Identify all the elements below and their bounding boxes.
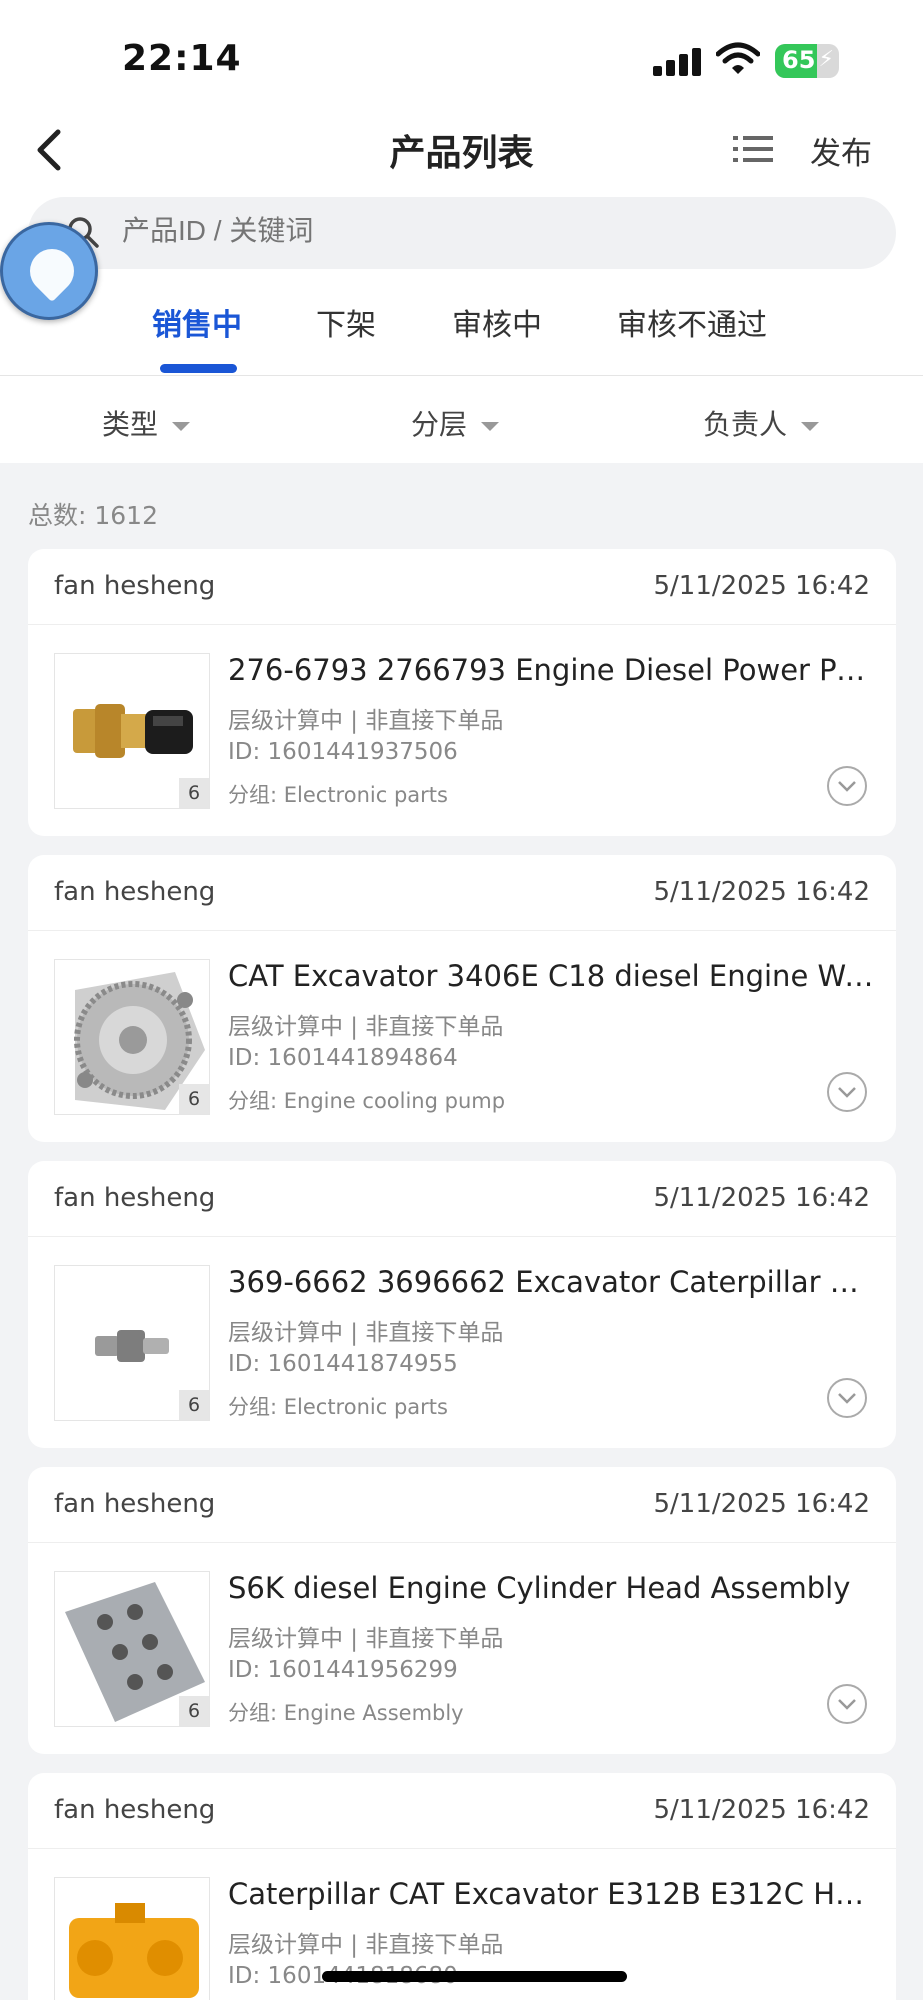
product-title: S6K diesel Engine Cylinder Head Assembly (228, 1571, 851, 1605)
product-tier: 层级计算中 | 非直接下单品 (228, 1626, 504, 1652)
product-tier: 层级计算中 | 非直接下单品 (228, 1932, 504, 1958)
product-card[interactable]: fan hesheng 5/11/2025 16:42 Caterpillar … (28, 1773, 896, 2000)
card-owner: fan hesheng (54, 571, 216, 601)
product-title: 369-6662 3696662 Excavator Caterpillar S… (228, 1265, 874, 1299)
tab-on-sale[interactable]: 销售中 (152, 300, 242, 344)
filter-owner[interactable]: 负责人 (703, 403, 820, 443)
card-header: fan hesheng 5/11/2025 16:42 (28, 549, 896, 625)
caret-down-icon (801, 421, 820, 431)
publish-button[interactable]: 发布 (810, 128, 872, 173)
product-thumbnail[interactable]: 6 (54, 1265, 210, 1421)
filter-tier-label: 分层 (411, 408, 468, 441)
product-group: 分组: Engine Assembly (228, 1701, 464, 1725)
product-title: Caterpillar CAT Excavator E312B E312C Hy… (228, 1877, 874, 1911)
product-thumbnail[interactable]: 6 (54, 959, 210, 1115)
product-id: ID: 1601441956299 (228, 1657, 458, 1683)
product-thumbnail[interactable]: 6 (54, 653, 210, 809)
card-owner: fan hesheng (54, 1795, 216, 1825)
hydraulic-pump-image (69, 1903, 199, 1998)
product-card[interactable]: fan hesheng 5/11/2025 16:42 6 CAT Excava… (28, 855, 896, 1142)
product-title: CAT Excavator 3406E C18 diesel Engine Wa… (228, 959, 874, 993)
filter-type[interactable]: 类型 (102, 403, 191, 443)
home-indicator (322, 1971, 627, 1982)
status-bar: 22:14 65 ⚡ (0, 0, 923, 110)
product-tier: 层级计算中 | 非直接下单品 (228, 1320, 504, 1346)
tab-delisted[interactable]: 下架 (316, 300, 376, 344)
image-count-badge: 6 (179, 778, 209, 808)
chevron-down-circle-icon[interactable] (826, 1683, 868, 1725)
image-count-badge: 6 (179, 1696, 209, 1726)
tab-review-rejected[interactable]: 审核不通过 (617, 300, 767, 344)
caret-down-icon (172, 421, 191, 431)
wifi-icon (716, 42, 760, 74)
cellular-signal-icon (653, 46, 703, 76)
card-header: fan hesheng 5/11/2025 16:42 (28, 855, 896, 931)
card-time: 5/11/2025 16:42 (653, 1183, 870, 1213)
product-id: ID: 1601441937506 (228, 739, 458, 765)
product-card[interactable]: fan hesheng 5/11/2025 16:42 6 276-6793 2… (28, 549, 896, 836)
image-count-badge: 6 (179, 1390, 209, 1420)
list-icon[interactable] (733, 134, 773, 164)
card-time: 5/11/2025 16:42 (653, 1795, 870, 1825)
search-bar[interactable] (28, 197, 896, 269)
total-count: 总数: 1612 (28, 501, 158, 530)
card-owner: fan hesheng (54, 1183, 216, 1213)
product-thumbnail[interactable] (54, 1877, 210, 2000)
chevron-down-circle-icon[interactable] (826, 1071, 868, 1113)
product-title: 276-6793 2766793 Engine Diesel Power Pre… (228, 653, 874, 687)
filter-tier[interactable]: 分层 (411, 403, 500, 443)
card-time: 5/11/2025 16:42 (653, 877, 870, 907)
card-time: 5/11/2025 16:42 (653, 1489, 870, 1519)
card-header: fan hesheng 5/11/2025 16:42 (28, 1467, 896, 1543)
status-time: 22:14 (122, 38, 242, 79)
product-tier: 层级计算中 | 非直接下单品 (228, 1014, 504, 1040)
chevron-down-circle-icon[interactable] (826, 1377, 868, 1419)
card-owner: fan hesheng (54, 877, 216, 907)
card-header: fan hesheng 5/11/2025 16:42 (28, 1773, 896, 1849)
caret-down-icon (481, 421, 500, 431)
product-group: 分组: Electronic parts (228, 1395, 448, 1419)
status-tabs: 销售中 下架 审核中 审核不通过 (0, 290, 923, 376)
page-title: 产品列表 (389, 133, 534, 174)
card-time: 5/11/2025 16:42 (653, 571, 870, 601)
charging-bolt-icon: ⚡ (818, 47, 834, 72)
active-tab-indicator (160, 364, 237, 373)
chevron-down-circle-icon[interactable] (826, 765, 868, 807)
product-id: ID: 1601441874955 (228, 1351, 458, 1377)
product-id: ID: 1601441894864 (228, 1045, 458, 1071)
product-thumbnail[interactable]: 6 (54, 1571, 210, 1727)
product-tier: 层级计算中 | 非直接下单品 (228, 708, 504, 734)
product-group: 分组: Engine cooling pump (228, 1089, 506, 1113)
battery-indicator: 65 ⚡ (775, 44, 839, 78)
image-count-badge: 6 (179, 1084, 209, 1114)
search-input[interactable] (122, 215, 483, 247)
card-owner: fan hesheng (54, 1489, 216, 1519)
filter-owner-label: 负责人 (703, 408, 788, 441)
product-group: 分组: Electronic parts (228, 783, 448, 807)
filter-type-label: 类型 (102, 408, 159, 441)
card-header: fan hesheng 5/11/2025 16:42 (28, 1161, 896, 1237)
tab-under-review[interactable]: 审核中 (452, 300, 542, 344)
product-card[interactable]: fan hesheng 5/11/2025 16:42 6 S6K diesel… (28, 1467, 896, 1754)
product-card[interactable]: fan hesheng 5/11/2025 16:42 6 369-6662 3… (28, 1161, 896, 1448)
battery-percent: 65 (782, 46, 816, 74)
